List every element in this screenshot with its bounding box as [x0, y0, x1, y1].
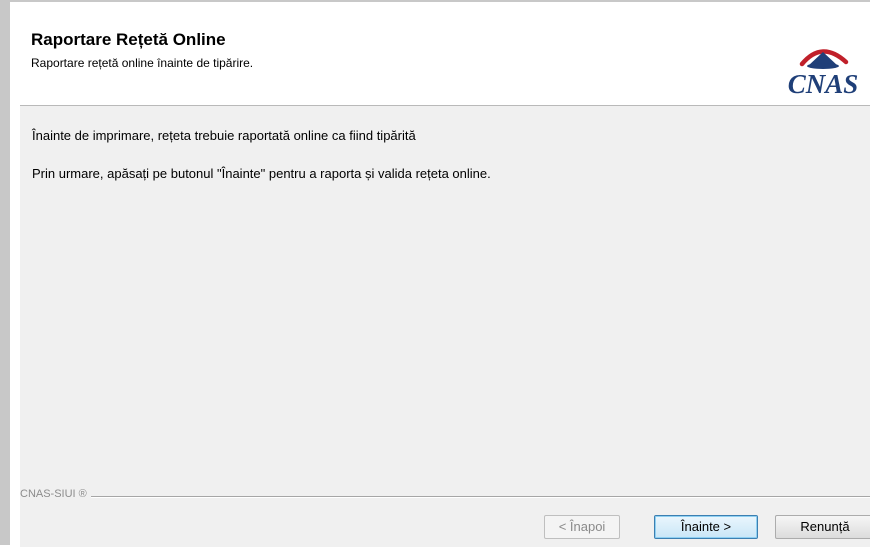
wizard-window: Raportare Rețetă Online Raportare rețetă…	[0, 0, 870, 547]
logo-text: CNAS	[788, 69, 859, 98]
wizard-content: Înainte de imprimare, rețeta trebuie rap…	[20, 106, 870, 547]
separator-line	[20, 496, 870, 498]
cnas-logo-icon: CNAS	[788, 49, 859, 98]
instruction-text-2: Prin urmare, apăsați pe butonul "Înainte…	[32, 166, 491, 181]
back-button[interactable]: < Înapoi	[544, 515, 620, 539]
page-title: Raportare Rețetă Online	[31, 30, 226, 49]
brand-separator: CNAS-SIUI ®	[20, 488, 870, 502]
instruction-text-1: Înainte de imprimare, rețeta trebuie rap…	[32, 128, 416, 143]
page-subtitle: Raportare rețetă online înainte de tipăr…	[31, 56, 254, 70]
next-button[interactable]: Înainte >	[654, 515, 758, 539]
wizard-header: Raportare Rețetă Online Raportare rețetă…	[20, 4, 870, 106]
brand-label: CNAS-SIUI ®	[20, 488, 91, 500]
cancel-button[interactable]: Renunță	[775, 515, 870, 539]
